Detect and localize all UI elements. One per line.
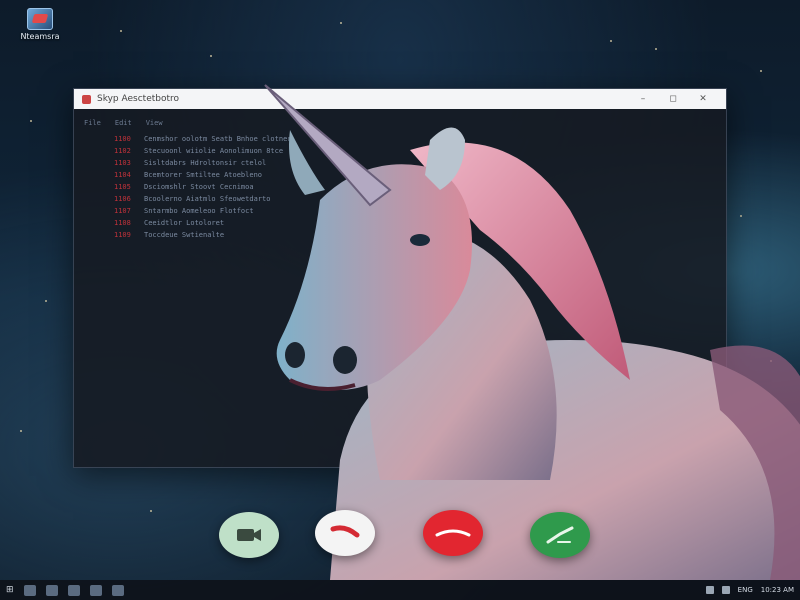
log-line: 1109 Toccdeue Swtienalte xyxy=(84,229,716,241)
star xyxy=(655,48,657,50)
star xyxy=(120,30,122,32)
star xyxy=(760,70,762,72)
log-line: 1102 Stecuoonl wiiolie Aonolimuon 8tce xyxy=(84,145,716,157)
start-button[interactable]: ⊞ xyxy=(6,585,14,596)
line-number: 1103 xyxy=(114,159,131,167)
star xyxy=(150,510,152,512)
window-titlebar[interactable]: Skyp Aesctetbotro – ◻ ✕ xyxy=(74,89,726,109)
video-camera-icon xyxy=(237,529,261,541)
line-text: Ceeidtlor Lotoloret xyxy=(144,219,225,227)
decline-icon xyxy=(435,529,471,537)
phone-accept-icon xyxy=(546,526,574,544)
volume-icon[interactable] xyxy=(721,586,730,594)
star xyxy=(770,360,772,362)
close-button[interactable]: ✕ xyxy=(688,94,718,104)
line-number: 1102 xyxy=(114,147,131,155)
menu-bar: File Edit View xyxy=(84,117,716,129)
end-call-button[interactable] xyxy=(315,510,375,556)
taskbar: ⊞ ENG 10:23 AM xyxy=(0,580,800,600)
app-icon xyxy=(82,94,91,104)
log-line: 1103 Sisltdabrs Hdroltonsir ctelol xyxy=(84,157,716,169)
minimize-button[interactable]: – xyxy=(628,94,658,104)
app-window: Skyp Aesctetbotro – ◻ ✕ File Edit View 1… xyxy=(73,88,727,468)
line-text: Sntarmbo Aomeleoo Flotfoct xyxy=(144,207,254,215)
network-icon[interactable] xyxy=(705,586,714,594)
line-number: 1107 xyxy=(114,207,131,215)
log-line: 1105 Dsciomshlr Stoovt Cecnimoa xyxy=(84,181,716,193)
star xyxy=(45,300,47,302)
star xyxy=(210,55,212,57)
line-number: 1108 xyxy=(114,219,131,227)
desktop-shortcut[interactable]: Nteamsra xyxy=(10,8,70,41)
line-text: Cenmshor oolotm Seatb Bnhoe clotner. xyxy=(144,135,296,143)
menu-item-view[interactable]: View xyxy=(146,117,163,129)
system-tray: ENG 10:23 AM xyxy=(705,586,794,594)
accept-button[interactable] xyxy=(530,512,590,558)
clock[interactable]: 10:23 AM xyxy=(761,586,794,594)
log-line: 1107 Sntarmbo Aomeleoo Flotfoct xyxy=(84,205,716,217)
line-text: Bcemtorer Smtiltee Atoebleno xyxy=(144,171,263,179)
menu-item-edit[interactable]: Edit xyxy=(115,117,132,129)
task-view-icon[interactable] xyxy=(45,584,58,596)
log-line: 1100 Cenmshor oolotm Seatb Bnhoe clotner. xyxy=(84,133,716,145)
app-shortcut-icon xyxy=(27,8,53,30)
star xyxy=(340,22,342,24)
window-content: File Edit View 1100 Cenmshor oolotm Seatb… xyxy=(74,109,726,249)
window-title: Skyp Aesctetbotro xyxy=(97,94,180,104)
line-text: Toccdeue Swtienalte xyxy=(144,231,225,239)
file-explorer-icon[interactable] xyxy=(67,584,80,596)
line-text: Stecuoonl wiiolie Aonolimuon 8tce xyxy=(144,147,284,155)
decline-button[interactable] xyxy=(423,510,483,556)
star xyxy=(610,40,612,42)
browser-icon[interactable] xyxy=(89,584,102,596)
desktop-shortcut-label: Nteamsra xyxy=(20,32,60,41)
line-text: Sisltdabrs Hdroltonsir ctelol xyxy=(144,159,267,167)
video-button[interactable] xyxy=(219,512,279,558)
line-number: 1106 xyxy=(114,195,131,203)
line-number: 1104 xyxy=(114,171,131,179)
menu-item-file[interactable]: File xyxy=(84,117,101,129)
language-indicator[interactable]: ENG xyxy=(738,586,753,594)
star xyxy=(740,215,742,217)
log-line: 1106 Bcoolerno Aiatmlo Sfeowetdarto xyxy=(84,193,716,205)
mail-icon[interactable] xyxy=(111,584,124,596)
line-text: Bcoolerno Aiatmlo Sfeowetdarto xyxy=(144,195,271,203)
star xyxy=(30,120,32,122)
line-text: Dsciomshlr Stoovt Cecnimoa xyxy=(144,183,254,191)
search-icon[interactable] xyxy=(23,584,36,596)
phone-hangup-icon xyxy=(330,525,360,538)
log-line: 1104 Bcemtorer Smtiltee Atoebleno xyxy=(84,169,716,181)
line-number: 1105 xyxy=(114,183,131,191)
log-line: 1108 Ceeidtlor Lotoloret xyxy=(84,217,716,229)
line-number: 1100 xyxy=(114,135,131,143)
star xyxy=(20,430,22,432)
maximize-button[interactable]: ◻ xyxy=(658,94,688,104)
line-number: 1109 xyxy=(114,231,131,239)
